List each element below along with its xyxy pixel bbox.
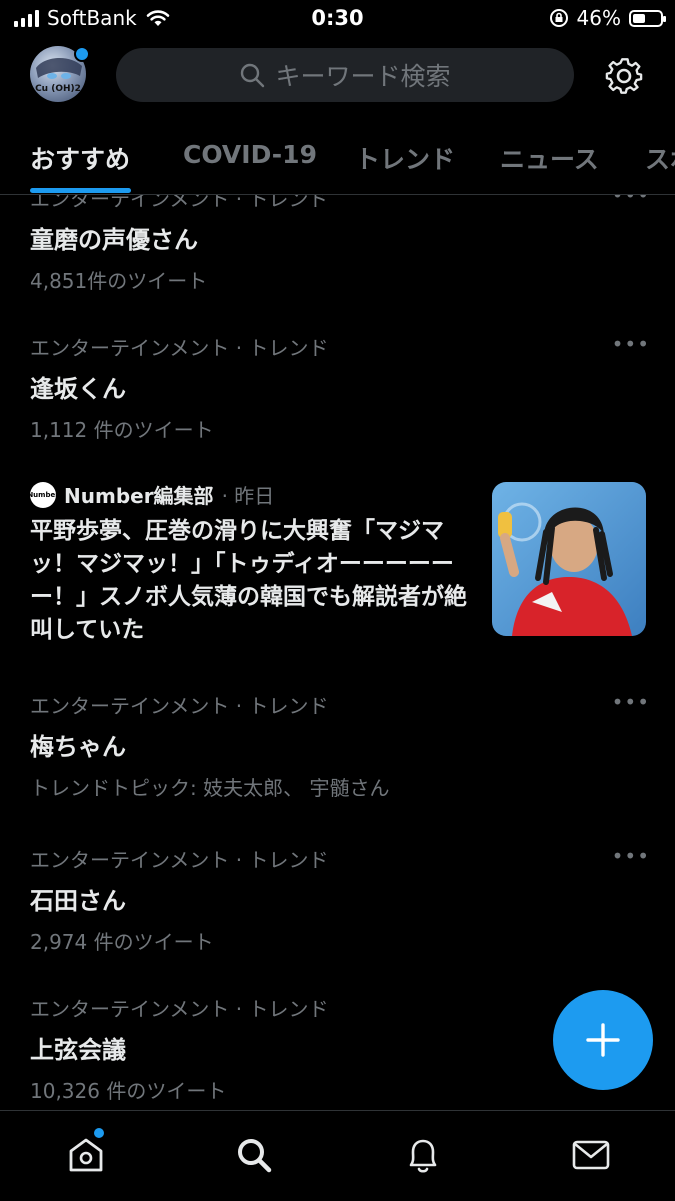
news-headline: 平野歩夢、圧巻の滑りに大興奮「マジマッ！マジマッ！」「トゥディオーーーーーー！」… [30,518,467,643]
trend-tweet-count: 10,326 件のツイート [30,1079,227,1103]
more-icon[interactable]: ••• [612,195,650,207]
trend-tweet-count: 1,112 件のツイート [30,418,214,442]
active-tab-indicator [30,188,131,193]
bottom-nav [0,1110,675,1201]
trend-item[interactable]: エンターテインメント · トレンド 石田さん 2,974 件のツイート ••• [30,844,650,955]
plus-icon [586,1023,620,1057]
search-placeholder: キーワード検索 [275,62,451,91]
trend-tweet-count: 4,851件のツイート [30,269,208,293]
compose-button[interactable] [553,990,653,1090]
trend-topics: トレンドトピック: 妓夫太郎、 宇髄さん [30,776,390,800]
more-icon[interactable]: ••• [612,844,650,868]
trend-tweet-count: 2,974 件のツイート [30,930,214,954]
trend-title: 逢坂くん [30,375,126,403]
news-thumbnail [492,482,646,636]
trend-item[interactable]: エンターテインメント · トレンド 梅ちゃん トレンドトピック: 妓夫太郎、 宇… [30,690,650,801]
trend-category: エンターテインメント · トレンド [30,336,329,360]
trend-item[interactable]: エンターテインメント · トレンド 逢坂くん 1,112 件のツイート ••• [30,332,650,443]
trend-item[interactable]: エンターテインメント · トレンド 童磨の声優さん 4,851件のツイート ••… [30,195,650,294]
status-bar: SoftBank 0:30 46% [0,0,675,40]
rotation-lock-icon [549,9,568,27]
bell-icon[interactable] [401,1133,445,1177]
search-icon[interactable] [232,1133,276,1177]
news-time: · 昨日 [221,484,275,508]
trend-category: エンターテインメント · トレンド [30,195,329,211]
tab-bar: おすすめ COVID-19 トレンド ニュース スポ [0,120,675,195]
search-input[interactable]: キーワード検索 [116,48,574,102]
more-icon[interactable]: ••• [612,690,650,714]
tab-recommended[interactable]: おすすめ [30,140,130,176]
home-icon[interactable] [64,1133,108,1177]
tab-sports[interactable]: スポ [645,140,675,176]
notification-dot [74,46,90,62]
home-badge [94,1128,104,1138]
trend-category: エンターテインメント · トレンド [30,848,329,872]
tab-trends[interactable]: トレンド [355,140,455,176]
trend-category: エンターテインメント · トレンド [30,694,329,718]
search-icon [241,63,265,88]
trend-title: 童磨の声優さん [30,226,198,254]
battery-percent: 46% [576,6,621,30]
mail-icon[interactable] [569,1133,613,1177]
source-logo: Number [27,481,59,508]
more-icon[interactable]: ••• [612,332,650,356]
tab-news[interactable]: ニュース [500,140,599,176]
tab-covid-19[interactable]: COVID-19 [183,140,317,169]
news-item[interactable]: Number Number編集部 · 昨日 平野歩夢、圧巻の滑りに大興奮「マジマ… [27,480,650,643]
gear-icon[interactable] [604,56,644,96]
source-name: Number編集部 [64,484,214,508]
avatar-label: Cu (OH)2 [35,84,81,94]
battery-icon [629,9,666,27]
trend-title: 梅ちゃん [30,733,126,761]
status-right: 46% [549,6,666,30]
explore-feed: エンターテインメント · トレンド 童磨の声優さん 4,851件のツイート ••… [0,195,675,1110]
trend-title: 石田さん [30,887,126,915]
